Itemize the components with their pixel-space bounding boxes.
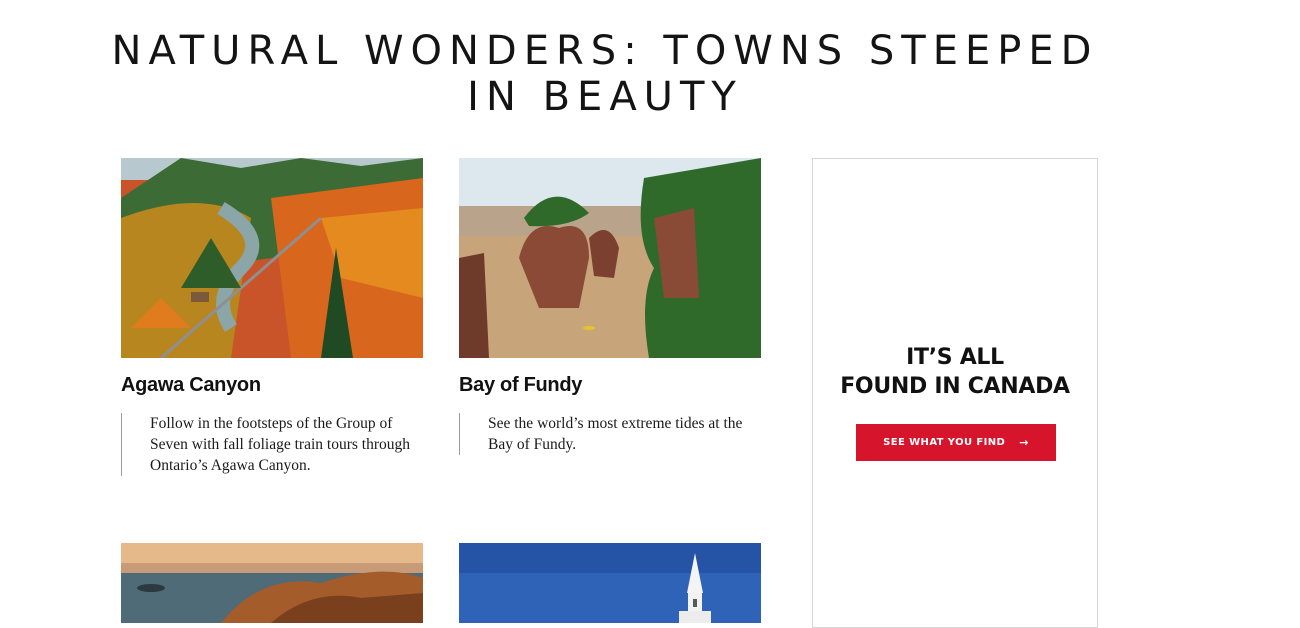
ad-headline: IT’S ALL FOUND IN CANADA [813,343,1097,401]
advertisement-panel[interactable]: IT’S ALL FOUND IN CANADA SEE WHAT YOU FI… [812,158,1098,628]
arrow-right-icon: → [1019,436,1029,449]
card-coastline[interactable] [121,543,423,623]
coastline-photo[interactable] [121,543,423,623]
page-title: NATURAL WONDERS: TOWNS STEEPED IN BEAUTY [111,28,1099,120]
ad-headline-line1: IT’S ALL [906,345,1004,370]
card-title[interactable]: Agawa Canyon [121,374,423,397]
card-title[interactable]: Bay of Fundy [459,374,761,397]
card-church[interactable] [459,543,761,623]
card-bay-of-fundy[interactable]: Bay of Fundy See the world’s most extrem… [459,158,761,455]
see-what-you-find-button[interactable]: SEE WHAT YOU FIND → [856,424,1056,461]
ad-button-label: SEE WHAT YOU FIND [883,437,1006,448]
agawa-canyon-photo[interactable] [121,158,423,358]
bay-of-fundy-photo[interactable] [459,158,761,358]
card-agawa-canyon[interactable]: Agawa Canyon Follow in the footsteps of … [121,158,423,476]
card-description: Follow in the footsteps of the Group of … [121,413,420,476]
church-photo[interactable] [459,543,761,623]
ad-headline-line2: FOUND IN CANADA [840,374,1070,399]
card-description: See the world’s most extreme tides at th… [459,413,758,455]
